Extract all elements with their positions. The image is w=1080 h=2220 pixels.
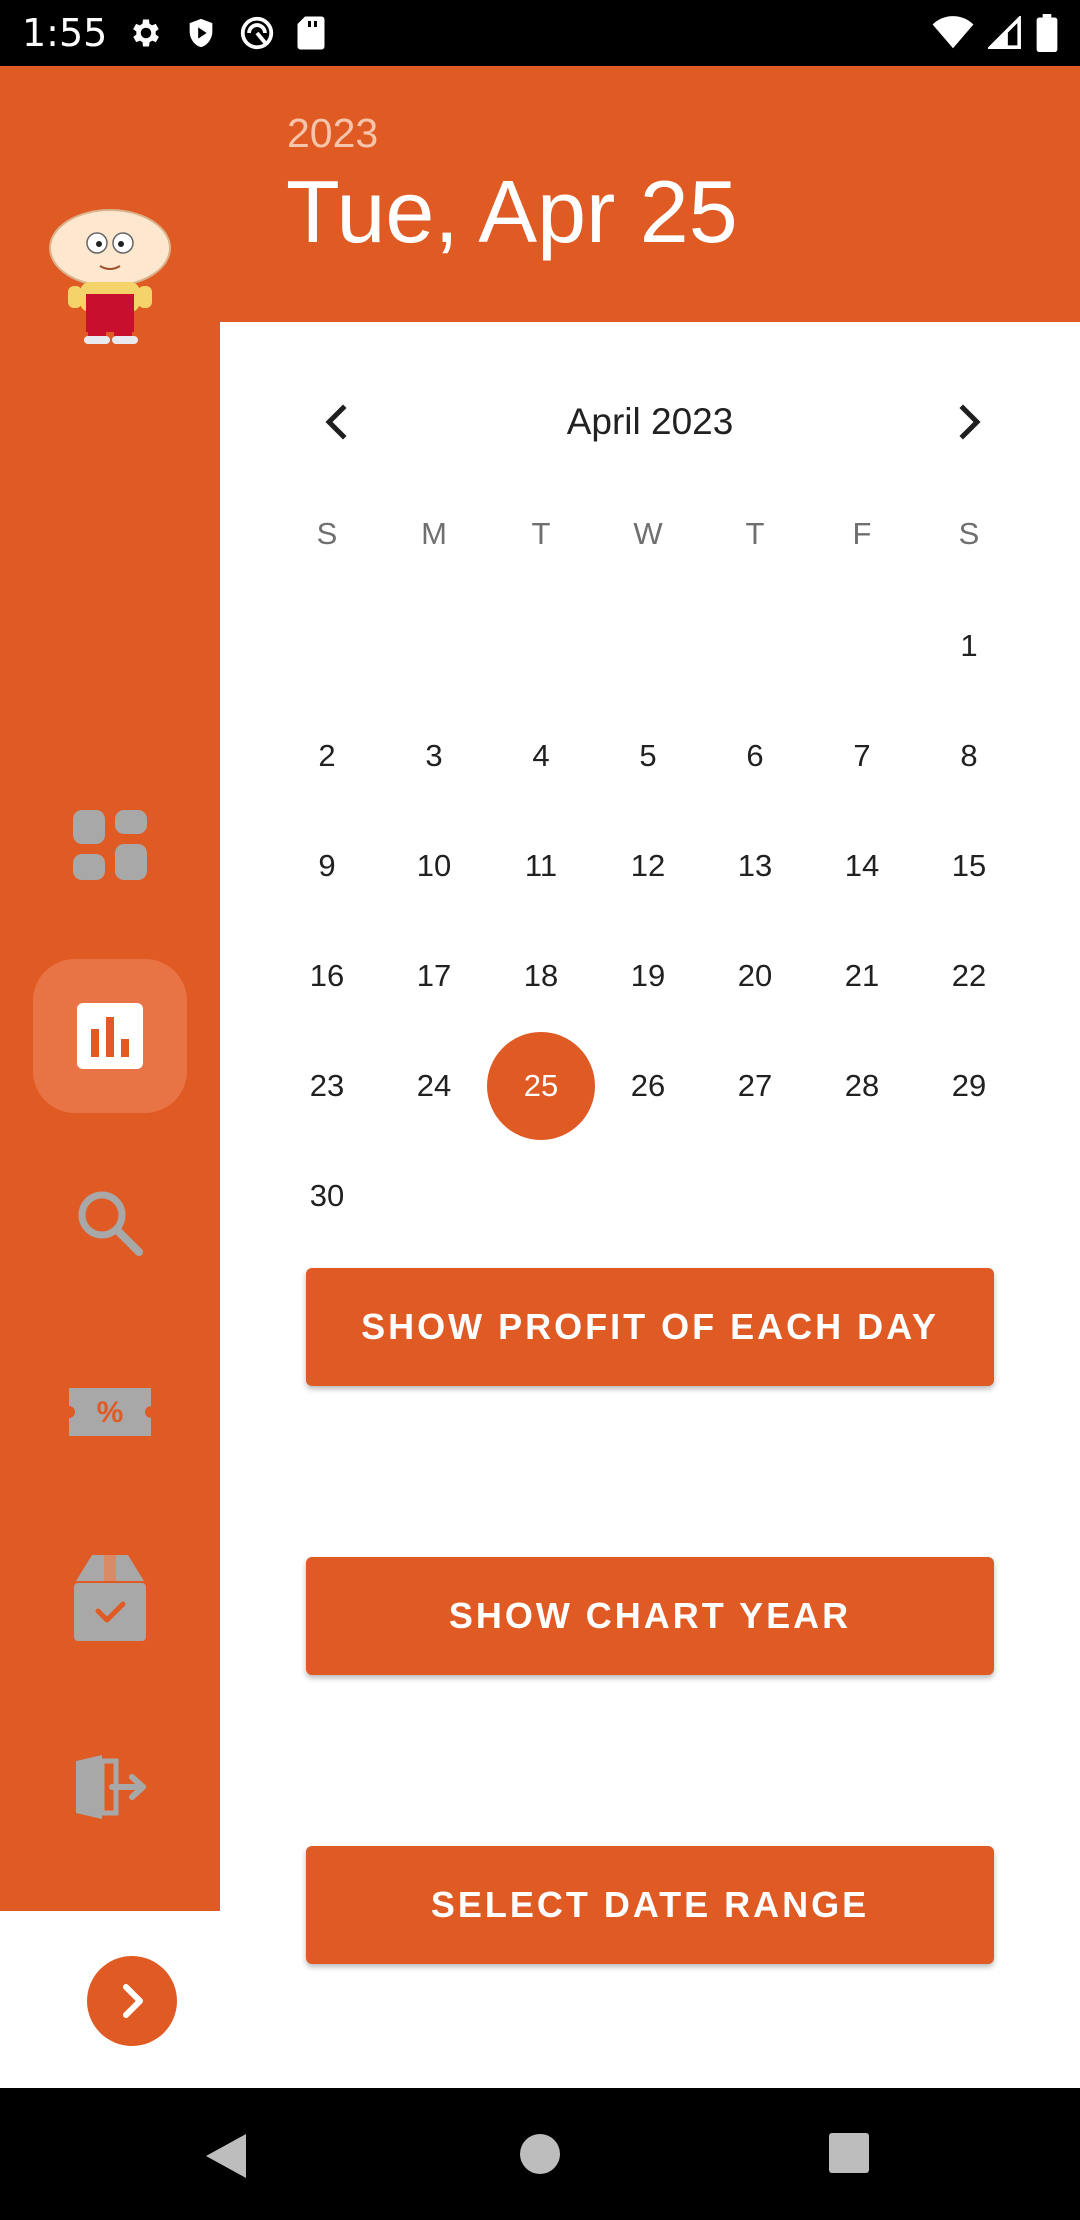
battery-icon (1036, 14, 1058, 52)
weekday-label: F (852, 516, 872, 551)
sidebar: % (0, 66, 220, 1911)
weekday-label: T (745, 516, 765, 551)
selected-day[interactable]: 25 (487, 1032, 595, 1140)
avatar (49, 209, 171, 344)
calendar-day[interactable]: 14 (808, 812, 916, 920)
show-chart-year-button[interactable]: SHOW CHART YEAR (306, 1557, 994, 1675)
calendar-day[interactable]: 13 (701, 812, 809, 920)
status-icons-right (932, 12, 1058, 54)
calendar-day[interactable]: 26 (594, 1032, 702, 1140)
recents-icon[interactable] (828, 2132, 870, 2174)
status-bar: 1:55 (0, 0, 1080, 66)
header-year[interactable]: 2023 (287, 110, 378, 156)
chevron-left-icon (325, 404, 347, 440)
month-label: April 2023 (566, 401, 734, 442)
calendar-day[interactable]: 10 (380, 812, 488, 920)
sidebar-item-statistics[interactable] (33, 959, 187, 1113)
coupon-percent-icon: % (69, 1388, 151, 1436)
calendar-day[interactable]: 8 (915, 702, 1023, 810)
search-icon (78, 1191, 143, 1256)
wifi-icon (932, 16, 974, 49)
calendar-day[interactable]: 1 (915, 592, 1023, 700)
bar-chart-icon (77, 1003, 143, 1069)
sidebar-item-orders[interactable] (33, 1521, 187, 1675)
home-icon[interactable] (518, 2132, 562, 2176)
calendar-day[interactable]: 2 (273, 702, 381, 810)
calendar-day[interactable]: 16 (273, 922, 381, 1030)
shield-play-icon (189, 18, 213, 48)
previous-month-button[interactable] (306, 392, 366, 452)
screen: 1:55 2023 Tue, Apr 25 % April 2023 S M T… (0, 0, 1080, 2220)
sidebar-item-coupons[interactable]: % (33, 1335, 187, 1489)
expand-sidebar-button[interactable] (87, 1956, 177, 2046)
settings-icon (133, 19, 159, 47)
chevron-right-icon (959, 404, 981, 440)
calendar-day[interactable]: 29 (915, 1032, 1023, 1140)
sidebar-item-search[interactable] (33, 1146, 187, 1300)
weekday-label: W (633, 516, 663, 551)
calendar-day[interactable]: 22 (915, 922, 1023, 1030)
calendar-day[interactable]: 20 (701, 922, 809, 1030)
vpn-icon (240, 16, 274, 50)
next-month-button[interactable] (940, 392, 1000, 452)
system-nav-bar (0, 2088, 1080, 2220)
box-check-icon (74, 1555, 146, 1641)
sd-card-icon (297, 16, 325, 50)
calendar-day[interactable]: 24 (380, 1032, 488, 1140)
calendar-day[interactable]: 21 (808, 922, 916, 1030)
calendar-day[interactable]: 18 (487, 922, 595, 1030)
calendar-day[interactable]: 27 (701, 1032, 809, 1140)
chevron-right-icon (123, 1984, 143, 2018)
calendar-day[interactable]: 5 (594, 702, 702, 810)
weekday-label: S (316, 516, 338, 551)
sidebar-item-logout[interactable] (33, 1710, 187, 1864)
show-profit-each-day-button[interactable]: SHOW PROFIT OF EACH DAY (306, 1268, 994, 1386)
select-date-range-button[interactable]: SELECT DATE RANGE (306, 1846, 994, 1964)
calendar-day[interactable]: 6 (701, 702, 809, 810)
calendar-day[interactable]: 15 (915, 812, 1023, 920)
weekday-label: T (531, 516, 551, 551)
header-date[interactable]: Tue, Apr 25 (286, 162, 738, 262)
calendar-day[interactable]: 4 (487, 702, 595, 810)
sidebar-item-dashboard[interactable] (33, 770, 187, 924)
weekday-label: S (958, 516, 980, 551)
expand-area (0, 1911, 220, 2088)
signal-icon (988, 16, 1021, 49)
logout-icon (76, 1755, 146, 1819)
calendar-day[interactable]: 30 (273, 1142, 381, 1250)
calendar-day[interactable]: 12 (594, 812, 702, 920)
calendar-day[interactable]: 23 (273, 1032, 381, 1140)
calendar-day[interactable]: 3 (380, 702, 488, 810)
status-icons-left (128, 14, 326, 52)
calendar-day[interactable]: 28 (808, 1032, 916, 1140)
calendar-day[interactable]: 17 (380, 922, 488, 1030)
calendar-day[interactable]: 19 (594, 922, 702, 1030)
status-time: 1:55 (22, 11, 108, 55)
calendar-day[interactable]: 7 (808, 702, 916, 810)
dashboard-icon (73, 810, 147, 880)
calendar-day[interactable]: 9 (273, 812, 381, 920)
calendar-day[interactable]: 11 (487, 812, 595, 920)
svg-text:%: % (97, 1396, 124, 1429)
back-icon[interactable] (204, 2132, 248, 2180)
weekday-label: M (421, 516, 447, 551)
